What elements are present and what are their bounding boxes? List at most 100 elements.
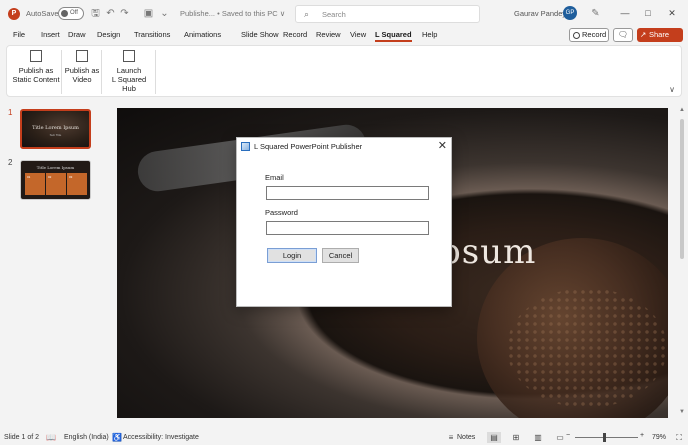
scroll-up-icon[interactable]: ▲ <box>678 107 686 113</box>
column-number: 03 <box>69 175 73 179</box>
collapse-ribbon-icon[interactable]: ∨ <box>669 85 675 94</box>
tab-transitions[interactable]: Transitions <box>134 30 170 39</box>
share-label: Share <box>649 30 670 39</box>
column-number: 02 <box>48 175 52 179</box>
search-icon: ⌕ <box>304 9 310 19</box>
close-icon[interactable]: ✕ <box>438 139 447 152</box>
thumb-column: 02 <box>46 173 66 195</box>
email-label: Email <box>265 173 284 182</box>
pen-icon[interactable]: ✎ <box>590 8 601 19</box>
redo-icon[interactable]: ↷ <box>119 8 130 19</box>
password-label: Password <box>265 208 298 217</box>
coffee-bubbles <box>507 288 667 408</box>
publish-static-button[interactable]: Publish as Static Content <box>11 50 61 84</box>
zoom-in-icon[interactable]: + <box>640 432 644 439</box>
powerpoint-logo-icon: P <box>8 8 20 20</box>
search-placeholder: Search <box>322 10 346 19</box>
toggle-knob <box>61 10 68 17</box>
login-button[interactable]: Login <box>267 248 317 263</box>
tab-l-squared[interactable]: L Squared <box>375 30 412 42</box>
tab-insert[interactable]: Insert <box>41 30 60 39</box>
accessibility-status[interactable]: Accessibility: Investigate <box>123 434 199 441</box>
slide-thumbnail-2[interactable]: Title Lorem Ipsum 01 02 03 <box>20 160 91 200</box>
email-field[interactable] <box>266 186 429 200</box>
reading-view-icon[interactable]: ▥ <box>531 432 545 443</box>
autosave-toggle[interactable]: Off <box>58 7 84 20</box>
ribbon-divider <box>61 50 62 94</box>
publish-video-line1: Publish as <box>64 66 100 75</box>
present-icon[interactable]: ▣ <box>143 8 154 19</box>
fit-to-window-icon[interactable]: ⛶ <box>674 433 684 442</box>
thumb-subtitle: Sub Title <box>49 133 62 137</box>
slideshow-icon[interactable]: ▭ <box>553 432 567 443</box>
publish-static-line1: Publish as <box>18 66 54 75</box>
record-icon <box>573 32 580 39</box>
spelling-icon[interactable]: 📖 <box>46 433 56 442</box>
tab-review[interactable]: Review <box>316 30 341 39</box>
thumb-title: Title Lorem Ipsum <box>36 165 75 170</box>
ribbon-divider <box>155 50 156 94</box>
tab-view[interactable]: View <box>350 30 366 39</box>
tab-slide-show[interactable]: Slide Show <box>241 30 279 39</box>
search-input[interactable]: ⌕ Search <box>295 5 480 23</box>
accessibility-icon[interactable]: ♿ <box>112 433 122 442</box>
tab-design[interactable]: Design <box>97 30 120 39</box>
autosave-state: Off <box>70 10 78 16</box>
hub-icon <box>123 50 135 62</box>
ribbon-divider <box>101 50 102 94</box>
publish-video-line2: Video <box>72 75 92 84</box>
zoom-slider[interactable] <box>575 433 638 442</box>
notes-button[interactable]: Notes <box>457 434 475 441</box>
dialog-title-bar: L Squared PowerPoint Publisher ✕ <box>237 138 451 154</box>
thumb-column: 01 <box>25 173 45 195</box>
share-button[interactable]: ↗ Share <box>637 28 683 42</box>
cancel-button[interactable]: Cancel <box>322 248 359 263</box>
zoom-level[interactable]: 79% <box>652 434 666 441</box>
vertical-scrollbar[interactable]: ▲ ▼ <box>678 107 686 418</box>
slide-sorter-icon[interactable]: ⊞ <box>509 432 523 443</box>
scrollbar-thumb[interactable] <box>680 119 684 259</box>
login-dialog: L Squared PowerPoint Publisher ✕ Email P… <box>236 137 452 307</box>
tab-animations[interactable]: Animations <box>184 30 221 39</box>
notes-icon[interactable]: ≡ <box>446 433 456 442</box>
avatar[interactable]: GP <box>563 6 577 20</box>
zoom-slider-thumb[interactable] <box>603 433 606 442</box>
thumb-title: Title Lorem Ipsum <box>32 125 79 131</box>
close-icon[interactable]: ✕ <box>661 5 683 21</box>
slide-thumbnails-panel: 1 Title Lorem Ipsum Sub Title 2 Title Lo… <box>0 100 104 430</box>
document-title[interactable]: Publishe... • Saved to this PC ∨ <box>180 9 285 18</box>
status-bar: Slide 1 of 2 📖 English (India) ♿ Accessi… <box>0 431 688 445</box>
normal-view-icon[interactable]: ▤ <box>487 432 501 443</box>
language-status[interactable]: English (India) <box>64 434 109 441</box>
publish-video-button[interactable]: Publish as Video <box>64 50 100 84</box>
title-bar: P AutoSave Off 🖫 ↶ ↷ ▣ ⌄ Publishe... • S… <box>0 0 688 28</box>
user-name[interactable]: Gaurav Pandey <box>514 9 566 18</box>
tab-record[interactable]: Record <box>283 30 307 39</box>
launch-hub-button[interactable]: Launch L Squared Hub <box>104 50 154 93</box>
scroll-down-icon[interactable]: ▼ <box>678 409 686 415</box>
customize-icon[interactable]: ⌄ <box>159 8 170 19</box>
record-label: Record <box>582 30 607 39</box>
ribbon: Publish as Static Content Publish as Vid… <box>6 45 682 97</box>
image-icon <box>30 50 42 62</box>
slide-counter[interactable]: Slide 1 of 2 <box>4 434 39 441</box>
tab-draw[interactable]: Draw <box>68 30 86 39</box>
undo-icon[interactable]: ↶ <box>105 8 116 19</box>
comments-button[interactable]: 🗨 <box>613 28 633 42</box>
column-number: 01 <box>27 175 31 179</box>
save-icon[interactable]: 🖫 <box>90 8 101 19</box>
record-button[interactable]: Record <box>569 28 609 42</box>
publish-static-line2: Static Content <box>12 75 60 84</box>
share-icon: ↗ <box>640 30 647 39</box>
slide-title[interactable]: psum <box>439 232 536 272</box>
launch-hub-line2: L Squared Hub <box>111 75 147 93</box>
tab-help[interactable]: Help <box>422 30 437 39</box>
zoom-out-icon[interactable]: − <box>566 432 570 439</box>
tab-file[interactable]: File <box>13 30 25 39</box>
slide-thumbnail-1[interactable]: Title Lorem Ipsum Sub Title <box>20 109 91 149</box>
maximize-icon[interactable]: □ <box>637 5 659 21</box>
minimize-icon[interactable]: — <box>614 5 636 21</box>
slide-number: 2 <box>8 158 13 167</box>
autosave-label: AutoSave <box>26 9 59 18</box>
password-field[interactable] <box>266 221 429 235</box>
